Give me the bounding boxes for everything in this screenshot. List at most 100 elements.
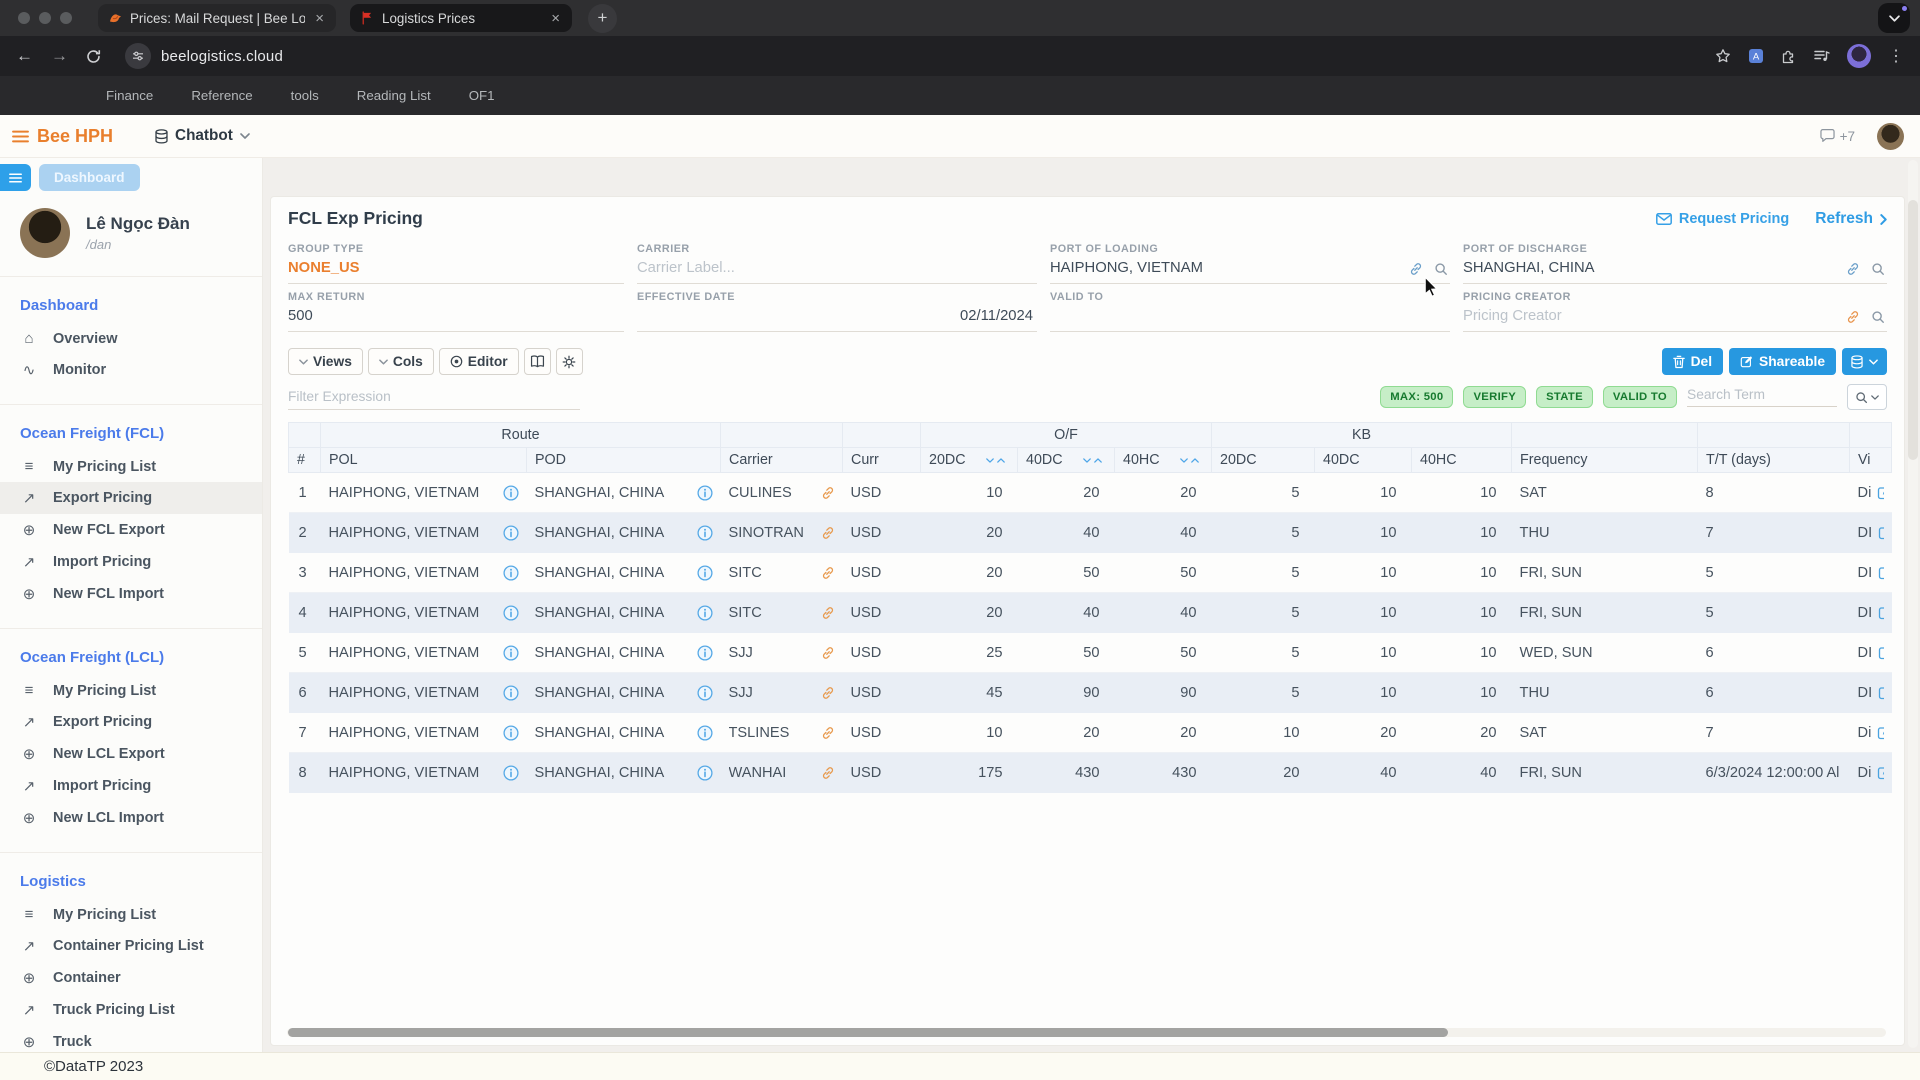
app-brand[interactable]: Bee HPH (37, 126, 113, 147)
search-button[interactable] (1847, 384, 1887, 410)
media-list-icon[interactable] (1814, 49, 1830, 63)
sidebar-item-lcl-export-pricing[interactable]: ↗Export Pricing (0, 706, 262, 738)
cols-button[interactable]: Cols (368, 348, 434, 375)
info-icon[interactable] (503, 485, 519, 501)
info-icon[interactable] (503, 605, 519, 621)
link-icon[interactable] (1846, 310, 1860, 324)
info-icon[interactable] (697, 565, 713, 581)
search-icon[interactable] (1434, 262, 1448, 276)
group-type-field[interactable]: GROUP TYPE NONE_US (288, 241, 624, 284)
sidebar-item-overview[interactable]: ⌂Overview (0, 323, 262, 354)
sort-asc-icon[interactable] (1094, 458, 1102, 463)
forward-button[interactable]: → (51, 46, 68, 66)
sidebar-item-fcl-my-pricing-list[interactable]: ≡My Pricing List (0, 451, 262, 482)
edit-icon[interactable] (1878, 685, 1883, 700)
link-icon[interactable] (1409, 262, 1423, 276)
close-tab-icon[interactable]: × (313, 10, 326, 27)
browser-profile-avatar[interactable] (1847, 44, 1871, 68)
max-return-field[interactable]: MAX RETURN 500 (288, 289, 624, 332)
sidebar-item-container[interactable]: ⊕Container (0, 962, 262, 994)
request-pricing-button[interactable]: Request Pricing (1656, 211, 1789, 227)
sort-asc-icon[interactable] (1191, 458, 1199, 463)
table-row[interactable]: 4 HAIPHONG, VIETNAM SHANGHAI, CHINA SITC… (289, 593, 1892, 633)
browser-tab-logistics-prices[interactable]: Logistics Prices × (350, 4, 572, 32)
info-icon[interactable] (697, 685, 713, 701)
sidebar-item-log-my-pricing-list[interactable]: ≡My Pricing List (0, 899, 262, 930)
zoom-window-button[interactable] (60, 12, 72, 24)
link-icon[interactable] (821, 486, 835, 500)
info-icon[interactable] (697, 605, 713, 621)
info-icon[interactable] (503, 725, 519, 741)
state-filter-badge[interactable]: STATE (1536, 386, 1593, 408)
search-term-input[interactable]: Search Term (1687, 387, 1837, 407)
close-tab-icon[interactable]: × (549, 10, 562, 27)
link-icon[interactable] (821, 726, 835, 740)
refresh-button[interactable]: Refresh (1815, 210, 1887, 228)
bookmark-tools[interactable]: tools (291, 88, 319, 103)
info-icon[interactable] (503, 685, 519, 701)
chatbot-menu[interactable]: Chatbot (155, 127, 250, 145)
bookmark-of1[interactable]: OF1 (469, 88, 495, 103)
chat-count[interactable]: +7 (1820, 129, 1855, 144)
info-icon[interactable] (503, 765, 519, 781)
link-icon[interactable] (821, 686, 835, 700)
table-row[interactable]: 8 HAIPHONG, VIETNAM SHANGHAI, CHINA WANH… (289, 753, 1892, 793)
reload-button[interactable] (86, 49, 101, 64)
sidebar-item-lcl-my-pricing-list[interactable]: ≡My Pricing List (0, 675, 262, 706)
sidebar-item-lcl-import-pricing[interactable]: ↗Import Pricing (0, 770, 262, 802)
link-icon[interactable] (1846, 262, 1860, 276)
sidebar-item-new-fcl-import[interactable]: ⊕New FCL Import (0, 578, 262, 610)
filter-expression-input[interactable]: Filter Expression (288, 389, 580, 410)
info-icon[interactable] (503, 645, 519, 661)
col-of-40hc[interactable]: 40HC (1115, 448, 1212, 473)
pricing-creator-field[interactable]: PRICING CREATOR Pricing Creator (1463, 289, 1887, 332)
menu-hamburger-icon[interactable] (12, 130, 29, 143)
valid-to-field[interactable]: VALID TO (1050, 289, 1450, 332)
breadcrumb[interactable]: Dashboard (39, 164, 140, 191)
edit-icon[interactable] (1877, 765, 1883, 780)
views-button[interactable]: Views (288, 348, 363, 375)
link-icon[interactable] (821, 606, 835, 620)
close-window-button[interactable] (18, 12, 30, 24)
info-icon[interactable] (503, 565, 519, 581)
horizontal-scrollbar[interactable] (287, 1028, 1886, 1037)
info-icon[interactable] (697, 485, 713, 501)
sidebar-item-truck[interactable]: ⊕Truck (0, 1026, 262, 1052)
table-row[interactable]: 3 HAIPHONG, VIETNAM SHANGHAI, CHINA SITC… (289, 553, 1892, 593)
browser-menu-icon[interactable]: ⋮ (1888, 46, 1904, 66)
link-icon[interactable] (821, 526, 835, 540)
port-of-discharge-field[interactable]: PORT OF DISCHARGE SHANGHAI, CHINA (1463, 241, 1887, 284)
info-icon[interactable] (697, 645, 713, 661)
carrier-field[interactable]: CARRIER Carrier Label... (637, 241, 1037, 284)
sort-desc-icon[interactable] (986, 458, 994, 463)
save-dropdown-button[interactable] (1842, 348, 1887, 375)
sidebar-item-fcl-import-pricing[interactable]: ↗Import Pricing (0, 546, 262, 578)
sort-desc-icon[interactable] (1180, 458, 1188, 463)
browser-tab-mail-request[interactable]: Prices: Mail Request | Bee Lo × (98, 4, 336, 32)
bookmark-finance[interactable]: Finance (106, 88, 153, 103)
col-of-20dc[interactable]: 20DC (921, 448, 1018, 473)
max-filter-badge[interactable]: MAX: 500 (1380, 386, 1453, 408)
settings-button[interactable] (556, 348, 583, 375)
extensions-icon[interactable] (1781, 48, 1797, 64)
editor-button[interactable]: Editor (439, 348, 519, 375)
sort-desc-icon[interactable] (1083, 458, 1091, 463)
sidebar-item-monitor[interactable]: ∿Monitor (0, 354, 262, 386)
profile-card[interactable]: Lê Ngọc Đàn /dan (0, 208, 262, 258)
search-icon[interactable] (1871, 310, 1885, 324)
sidebar-item-new-lcl-import[interactable]: ⊕New LCL Import (0, 802, 262, 834)
edit-icon[interactable] (1877, 485, 1883, 500)
info-icon[interactable] (503, 525, 519, 541)
table-row[interactable]: 6 HAIPHONG, VIETNAM SHANGHAI, CHINA SJJ … (289, 673, 1892, 713)
info-icon[interactable] (697, 525, 713, 541)
edit-icon[interactable] (1877, 725, 1883, 740)
link-icon[interactable] (821, 646, 835, 660)
table-row[interactable]: 2 HAIPHONG, VIETNAM SHANGHAI, CHINA SINO… (289, 513, 1892, 553)
table-row[interactable]: 1 HAIPHONG, VIETNAM SHANGHAI, CHINA CULI… (289, 473, 1892, 513)
sidebar-item-container-pricing-list[interactable]: ↗Container Pricing List (0, 930, 262, 962)
info-icon[interactable] (697, 725, 713, 741)
verify-filter-badge[interactable]: VERIFY (1463, 386, 1526, 408)
tab-search-button[interactable] (1878, 3, 1910, 33)
info-icon[interactable] (697, 765, 713, 781)
shareable-button[interactable]: Shareable (1729, 348, 1836, 375)
